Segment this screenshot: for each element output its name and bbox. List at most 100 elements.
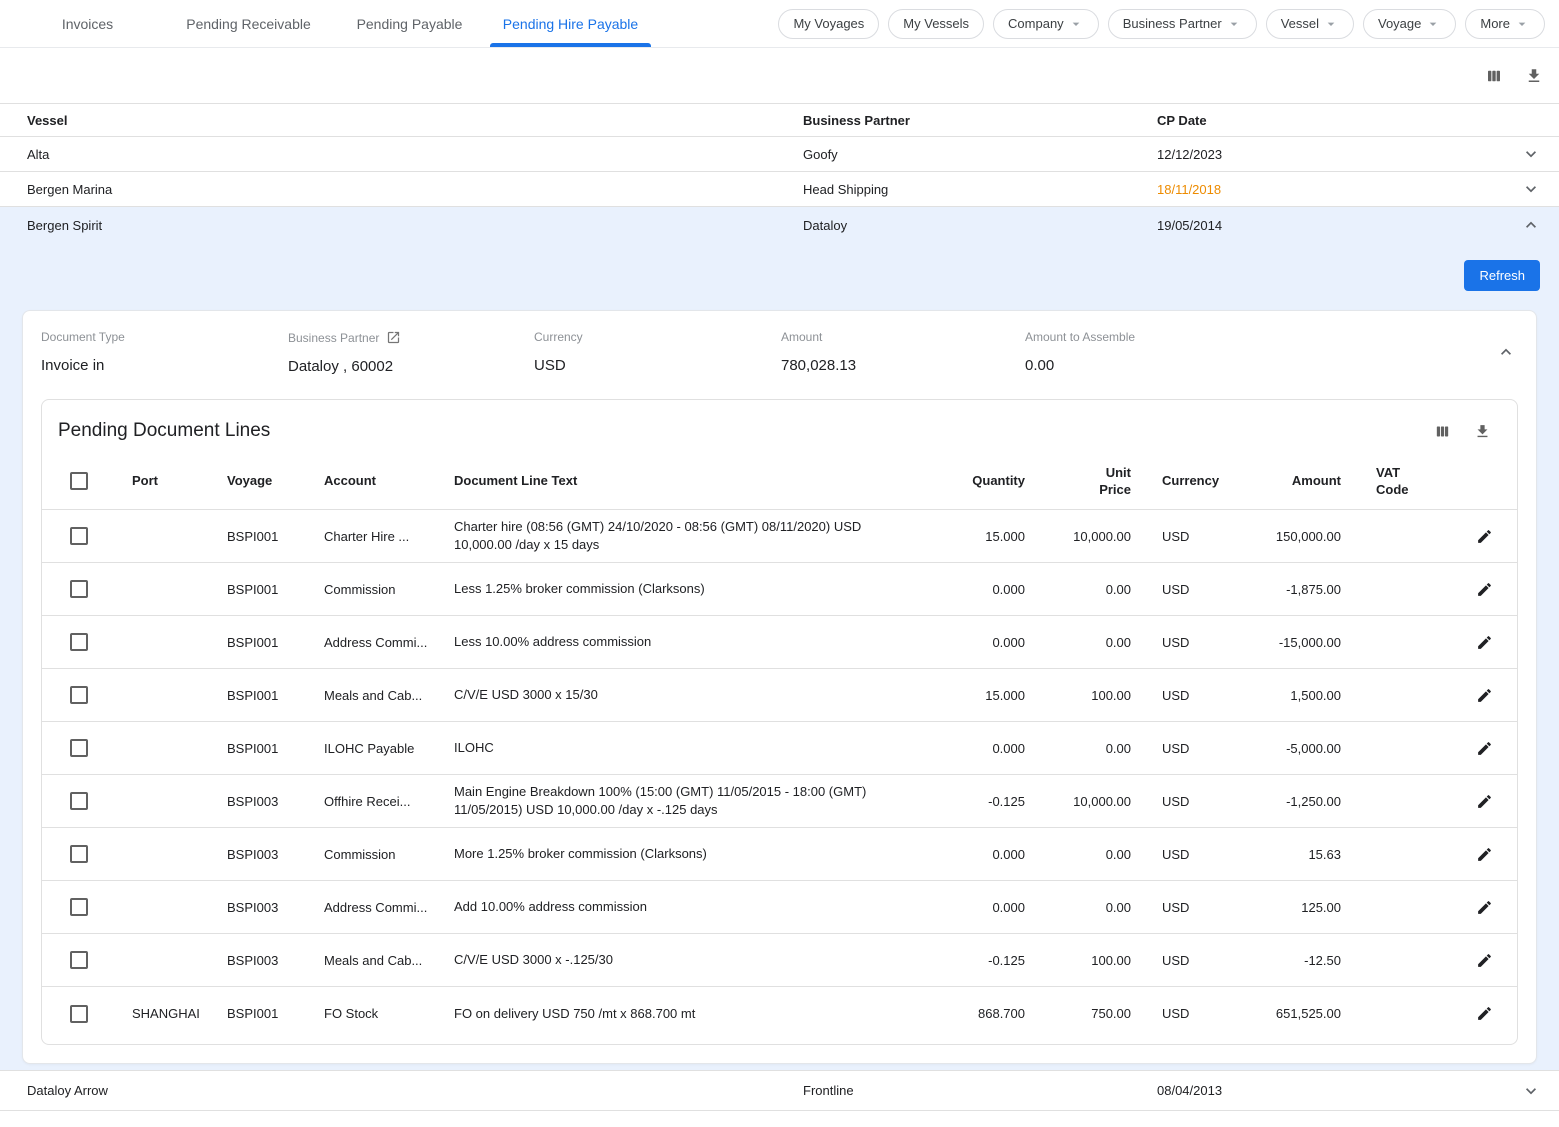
edit-icon[interactable] [1476,1005,1493,1022]
filter-chip-my-vessels[interactable]: My Vessels [888,9,984,39]
chevron-down-icon[interactable] [1521,179,1541,199]
vessel-row-alta[interactable]: Alta Goofy 12/12/2023 [0,137,1559,172]
tab-pending-receivable[interactable]: Pending Receivable [168,0,329,47]
line-text: Less 1.25% broker commission (Clarksons) [454,580,938,598]
vessel-name: Alta [0,147,776,162]
vessel-name: Bergen Marina [0,182,776,197]
filter-chip-company[interactable]: Company [993,9,1099,39]
row-checkbox[interactable] [70,633,88,651]
lines-titlebar: Pending Document Lines [42,400,1517,452]
edit-icon[interactable] [1476,687,1493,704]
document-line-row: BSPI003 Commission More 1.25% broker com… [42,828,1517,881]
edit-icon[interactable] [1476,528,1493,545]
document-lines-body: BSPI001 Charter Hire ... Charter hire (0… [42,510,1517,1040]
vessel-table-header: Vessel Business Partner CP Date [0,103,1559,137]
edit-icon[interactable] [1476,793,1493,810]
line-currency: USD [1131,900,1257,915]
line-voyage: BSPI001 [227,635,324,650]
edit-icon[interactable] [1476,952,1493,969]
line-quantity: 0.000 [938,582,1025,597]
chevron-down-icon[interactable] [1521,144,1541,164]
line-text: FO on delivery USD 750 /mt x 868.700 mt [454,1005,938,1023]
tab-pending-hire-payable[interactable]: Pending Hire Payable [490,0,651,47]
tab-invoices[interactable]: Invoices [7,0,168,47]
dropdown-arrow-icon [1425,16,1441,32]
row-checkbox[interactable] [70,951,88,969]
edit-icon[interactable] [1476,740,1493,757]
line-voyage: BSPI001 [227,529,324,544]
business-partner-value: Dataloy , 60002 [288,358,534,375]
column-header-business-partner: Business Partner [776,113,1130,128]
refresh-button[interactable]: Refresh [1464,260,1540,291]
line-amount: 125.00 [1257,900,1341,915]
dropdown-arrow-icon [1068,16,1084,32]
row-checkbox[interactable] [70,739,88,757]
line-amount: -1,250.00 [1257,794,1341,809]
column-header-quantity: Quantity [938,473,1025,488]
line-voyage: BSPI001 [227,1006,324,1021]
row-checkbox[interactable] [70,580,88,598]
filter-chip-voyage[interactable]: Voyage [1363,9,1456,39]
document-line-row: SHANGHAI BSPI001 FO Stock FO on delivery… [42,987,1517,1040]
document-line-row: BSPI003 Meals and Cab... C/V/E USD 3000 … [42,934,1517,987]
line-voyage: BSPI003 [227,900,324,915]
vessel-row-bergen-spirit[interactable]: Bergen Spirit Dataloy 19/05/2014 [0,207,1559,243]
view-columns-icon[interactable] [1434,423,1451,440]
filter-chip-my-voyages[interactable]: My Voyages [778,9,879,39]
line-currency: USD [1131,635,1257,650]
filter-chip-more[interactable]: More [1465,9,1545,39]
column-header-vat-code: VAT Code [1341,464,1451,498]
download-icon[interactable] [1525,67,1543,85]
edit-icon[interactable] [1476,846,1493,863]
document-line-row: BSPI001 Charter Hire ... Charter hire (0… [42,510,1517,563]
field-currency: Currency USD [534,330,781,375]
view-columns-icon[interactable] [1485,67,1503,85]
column-header-currency: Currency [1131,473,1257,488]
filter-chip-vessel[interactable]: Vessel [1266,9,1354,39]
line-amount: -1,875.00 [1257,582,1341,597]
field-amount: Amount 780,028.13 [781,330,1025,375]
business-partner: Dataloy [776,218,1130,233]
chevron-up-icon[interactable] [1496,342,1516,362]
edit-icon[interactable] [1476,634,1493,651]
row-checkbox[interactable] [70,527,88,545]
row-checkbox[interactable] [70,792,88,810]
line-currency: USD [1131,688,1257,703]
tab-pending-payable[interactable]: Pending Payable [329,0,490,47]
select-all-checkbox[interactable] [70,472,88,490]
chevron-up-icon[interactable] [1521,215,1541,235]
column-header-vessel: Vessel [0,113,776,128]
row-checkbox[interactable] [70,845,88,863]
line-account: Charter Hire ... [324,529,454,544]
document-card: Document Type Invoice in Business Partne… [22,310,1537,1064]
row-checkbox[interactable] [70,1005,88,1023]
row-checkbox[interactable] [70,898,88,916]
amount-label: Amount [781,330,1025,344]
line-text: ILOHC [454,739,938,757]
business-partner: Head Shipping [776,182,1130,197]
cp-date: 19/05/2014 [1130,218,1503,233]
amount-to-assemble-value: 0.00 [1025,357,1496,374]
business-partner: Goofy [776,147,1130,162]
chevron-down-icon[interactable] [1521,1081,1541,1101]
vessel-row-bergen-marina[interactable]: Bergen Marina Head Shipping 18/11/2018 [0,172,1559,207]
edit-icon[interactable] [1476,581,1493,598]
filter-chip-business-partner[interactable]: Business Partner [1108,9,1257,39]
line-unit-price: 100.00 [1025,688,1131,703]
vessel-row-dataloy-arrow[interactable]: Dataloy Arrow Frontline 08/04/2013 [0,1070,1559,1111]
download-icon[interactable] [1474,423,1491,440]
row-checkbox[interactable] [70,686,88,704]
column-header-voyage: Voyage [227,473,324,488]
pending-document-lines-card: Pending Document Lines Port Voyage A [41,399,1518,1045]
line-text: C/V/E USD 3000 x -.125/30 [454,951,938,969]
document-line-row: BSPI003 Offhire Recei... Main Engine Bre… [42,775,1517,828]
line-amount: 1,500.00 [1257,688,1341,703]
line-account: Meals and Cab... [324,688,454,703]
line-quantity: -0.125 [938,794,1025,809]
field-amount-to-assemble: Amount to Assemble 0.00 [1025,330,1496,375]
line-currency: USD [1131,529,1257,544]
open-in-new-icon[interactable] [386,330,401,345]
edit-icon[interactable] [1476,899,1493,916]
line-amount: -5,000.00 [1257,741,1341,756]
column-header-document-line-text: Document Line Text [454,473,938,488]
